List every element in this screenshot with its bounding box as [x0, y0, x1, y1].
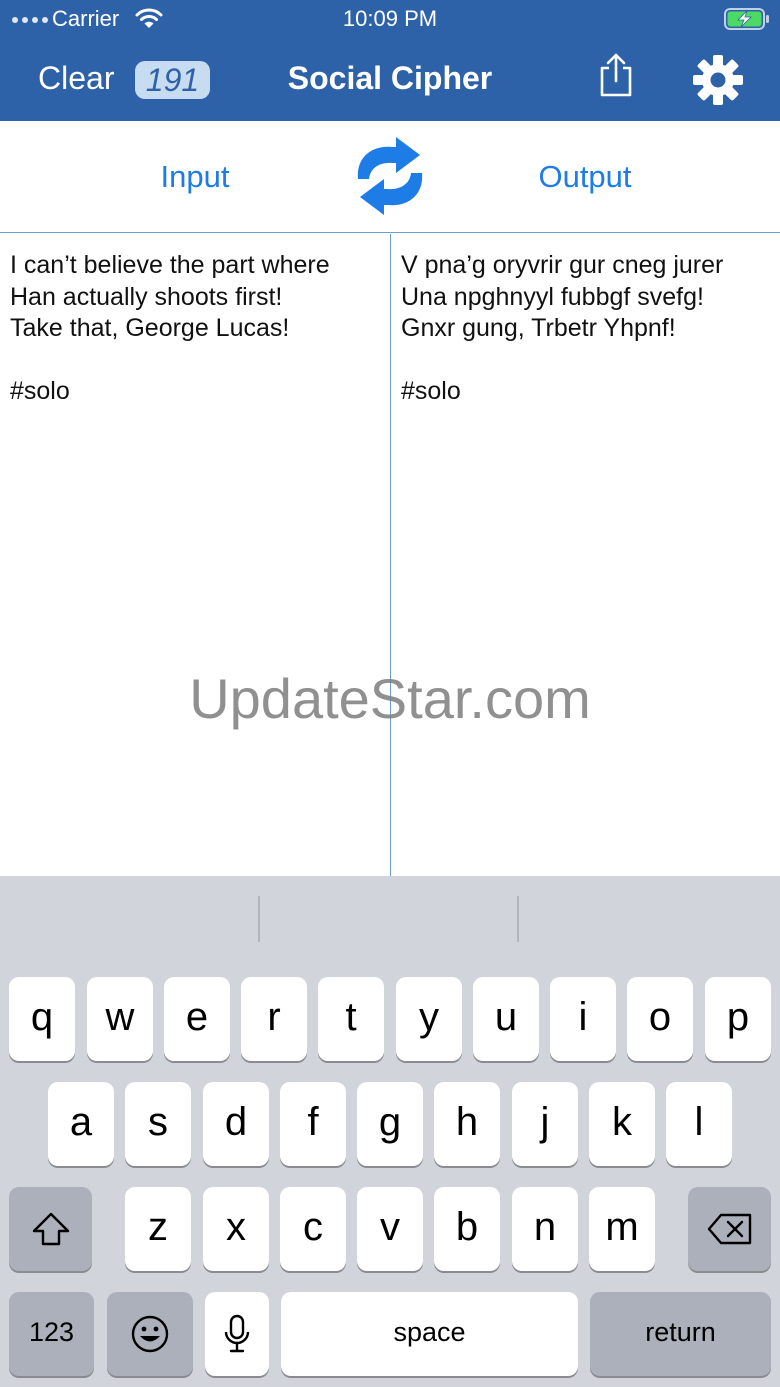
- key-l[interactable]: l: [666, 1082, 732, 1166]
- status-bar: Carrier 10:09 PM: [0, 0, 780, 38]
- tab-output[interactable]: Output: [505, 159, 665, 195]
- dictation-key[interactable]: [205, 1292, 269, 1376]
- clear-button[interactable]: Clear: [38, 60, 114, 97]
- key-a[interactable]: a: [48, 1082, 114, 1166]
- emoji-icon: [131, 1315, 169, 1353]
- character-count-badge: 191: [135, 61, 210, 99]
- key-x[interactable]: x: [203, 1187, 269, 1271]
- shift-key[interactable]: [9, 1187, 92, 1271]
- key-h[interactable]: h: [434, 1082, 500, 1166]
- suggestion-divider: [517, 896, 519, 942]
- space-key[interactable]: space: [281, 1292, 578, 1376]
- key-b[interactable]: b: [434, 1187, 500, 1271]
- gear-icon[interactable]: [692, 54, 744, 106]
- key-q[interactable]: q: [9, 977, 75, 1061]
- clock: 10:09 PM: [342, 6, 438, 31]
- output-text-area[interactable]: V pna’g oryvrir gur cneg jurer Una npghn…: [391, 234, 780, 876]
- numbers-key[interactable]: 123: [9, 1292, 94, 1376]
- key-y[interactable]: y: [396, 977, 462, 1061]
- key-d[interactable]: d: [203, 1082, 269, 1166]
- tab-input[interactable]: Input: [115, 159, 275, 195]
- battery-charging-icon: [724, 8, 769, 30]
- backspace-icon: [707, 1213, 751, 1245]
- key-t[interactable]: t: [318, 977, 384, 1061]
- key-k[interactable]: k: [589, 1082, 655, 1166]
- key-g[interactable]: g: [357, 1082, 423, 1166]
- key-j[interactable]: j: [512, 1082, 578, 1166]
- key-v[interactable]: v: [357, 1187, 423, 1271]
- share-icon[interactable]: [596, 52, 636, 98]
- key-o[interactable]: o: [627, 977, 693, 1061]
- key-n[interactable]: n: [512, 1187, 578, 1271]
- navigation-bar: Carrier 10:09 PM Clear 191 Social Cipher: [0, 0, 780, 121]
- key-r[interactable]: r: [241, 977, 307, 1061]
- key-u[interactable]: u: [473, 977, 539, 1061]
- page-title: Social Cipher: [287, 60, 493, 96]
- input-text-area[interactable]: I can’t believe the part where Han actua…: [0, 234, 390, 876]
- emoji-key[interactable]: [107, 1292, 193, 1376]
- microphone-icon: [224, 1314, 250, 1353]
- key-c[interactable]: c: [280, 1187, 346, 1271]
- key-z[interactable]: z: [125, 1187, 191, 1271]
- mode-segment-row: Input Output: [0, 121, 780, 233]
- key-p[interactable]: p: [705, 977, 771, 1061]
- key-e[interactable]: e: [164, 977, 230, 1061]
- suggestion-divider: [258, 896, 260, 942]
- key-f[interactable]: f: [280, 1082, 346, 1166]
- swap-arrows-icon[interactable]: [350, 135, 430, 217]
- keyboard: q w e r t y u i o p a s d f g h j k l z …: [0, 876, 780, 1387]
- key-s[interactable]: s: [125, 1082, 191, 1166]
- key-m[interactable]: m: [589, 1187, 655, 1271]
- key-w[interactable]: w: [87, 977, 153, 1061]
- return-key[interactable]: return: [590, 1292, 771, 1376]
- key-i[interactable]: i: [550, 977, 616, 1061]
- delete-key[interactable]: [688, 1187, 771, 1271]
- shift-arrow-icon: [32, 1212, 69, 1246]
